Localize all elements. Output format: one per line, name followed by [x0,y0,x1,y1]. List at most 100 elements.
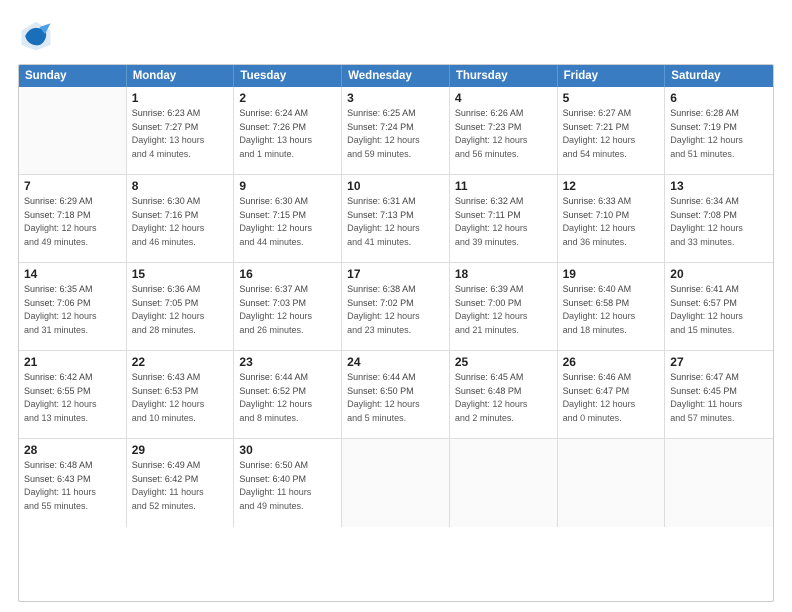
sunrise-text: Sunrise: 6:24 AM [239,107,336,121]
day-number: 14 [24,267,121,281]
sunrise-text: Sunrise: 6:44 AM [347,371,444,385]
sunset-text: Sunset: 6:45 PM [670,385,768,399]
day-number: 30 [239,443,336,457]
weekday-header: Wednesday [342,65,450,87]
weekday-header: Tuesday [234,65,342,87]
daylight-text: Daylight: 12 hoursand 39 minutes. [455,222,552,249]
calendar-cell: 24Sunrise: 6:44 AMSunset: 6:50 PMDayligh… [342,351,450,438]
calendar-cell: 25Sunrise: 6:45 AMSunset: 6:48 PMDayligh… [450,351,558,438]
day-number: 5 [563,91,660,105]
sunrise-text: Sunrise: 6:38 AM [347,283,444,297]
daylight-text: Daylight: 12 hoursand 44 minutes. [239,222,336,249]
calendar-cell: 20Sunrise: 6:41 AMSunset: 6:57 PMDayligh… [665,263,773,350]
sunset-text: Sunset: 7:18 PM [24,209,121,223]
calendar-cell: 28Sunrise: 6:48 AMSunset: 6:43 PMDayligh… [19,439,127,527]
sunset-text: Sunset: 6:53 PM [132,385,229,399]
calendar-week-row: 21Sunrise: 6:42 AMSunset: 6:55 PMDayligh… [19,351,773,439]
sunrise-text: Sunrise: 6:23 AM [132,107,229,121]
sunset-text: Sunset: 6:47 PM [563,385,660,399]
sunset-text: Sunset: 7:06 PM [24,297,121,311]
day-info: Sunrise: 6:28 AMSunset: 7:19 PMDaylight:… [670,107,768,161]
daylight-text: Daylight: 12 hoursand 54 minutes. [563,134,660,161]
calendar-cell: 23Sunrise: 6:44 AMSunset: 6:52 PMDayligh… [234,351,342,438]
sunrise-text: Sunrise: 6:39 AM [455,283,552,297]
calendar-cell: 11Sunrise: 6:32 AMSunset: 7:11 PMDayligh… [450,175,558,262]
calendar-cell: 29Sunrise: 6:49 AMSunset: 6:42 PMDayligh… [127,439,235,527]
calendar-cell: 9 Sunrise: 6:30 AMSunset: 7:15 PMDaylight… [234,175,342,262]
day-info: Sunrise: 6:37 AMSunset: 7:03 PMDaylight:… [239,283,336,337]
daylight-text: Daylight: 12 hoursand 23 minutes. [347,310,444,337]
sunset-text: Sunset: 7:15 PM [239,209,336,223]
day-number: 27 [670,355,768,369]
sunset-text: Sunset: 7:23 PM [455,121,552,135]
sunrise-text: Sunrise: 6:35 AM [24,283,121,297]
sunrise-text: Sunrise: 6:32 AM [455,195,552,209]
sunrise-text: Sunrise: 6:28 AM [670,107,768,121]
calendar-header: SundayMondayTuesdayWednesdayThursdayFrid… [19,65,773,87]
calendar-cell [19,87,127,174]
sunrise-text: Sunrise: 6:46 AM [563,371,660,385]
sunrise-text: Sunrise: 6:36 AM [132,283,229,297]
daylight-text: Daylight: 13 hoursand 1 minute. [239,134,336,161]
header [18,18,774,54]
daylight-text: Daylight: 11 hoursand 55 minutes. [24,486,121,513]
day-number: 16 [239,267,336,281]
sunset-text: Sunset: 7:19 PM [670,121,768,135]
sunset-text: Sunset: 6:58 PM [563,297,660,311]
daylight-text: Daylight: 12 hoursand 18 minutes. [563,310,660,337]
calendar-cell: 14 Sunrise: 6:35 AMSunset: 7:06 PMDayligh… [19,263,127,350]
day-info: Sunrise: 6:33 AMSunset: 7:10 PMDaylight:… [563,195,660,249]
sunrise-text: Sunrise: 6:26 AM [455,107,552,121]
calendar-cell [342,439,450,527]
day-info: Sunrise: 6:38 AMSunset: 7:02 PMDaylight:… [347,283,444,337]
day-info: Sunrise: 6:49 AMSunset: 6:42 PMDaylight:… [132,459,229,513]
day-info: Sunrise: 6:44 AMSunset: 6:52 PMDaylight:… [239,371,336,425]
day-number: 19 [563,267,660,281]
sunset-text: Sunset: 6:55 PM [24,385,121,399]
calendar-cell: 26Sunrise: 6:46 AMSunset: 6:47 PMDayligh… [558,351,666,438]
day-info: Sunrise: 6:27 AMSunset: 7:21 PMDaylight:… [563,107,660,161]
day-info: Sunrise: 6:40 AMSunset: 6:58 PMDaylight:… [563,283,660,337]
calendar-week-row: 28Sunrise: 6:48 AMSunset: 6:43 PMDayligh… [19,439,773,527]
day-number: 2 [239,91,336,105]
sunset-text: Sunset: 7:02 PM [347,297,444,311]
calendar-cell: 10Sunrise: 6:31 AMSunset: 7:13 PMDayligh… [342,175,450,262]
sunset-text: Sunset: 7:21 PM [563,121,660,135]
sunset-text: Sunset: 7:00 PM [455,297,552,311]
sunrise-text: Sunrise: 6:44 AM [239,371,336,385]
weekday-header: Sunday [19,65,127,87]
sunset-text: Sunset: 7:16 PM [132,209,229,223]
calendar-week-row: 14Sunrise: 6:35 AMSunset: 7:06 PMDayligh… [19,263,773,351]
page: SundayMondayTuesdayWednesdayThursdayFrid… [0,0,792,612]
sunrise-text: Sunrise: 6:47 AM [670,371,768,385]
sunrise-text: Sunrise: 6:30 AM [239,195,336,209]
day-info: Sunrise: 6:46 AMSunset: 6:47 PMDaylight:… [563,371,660,425]
calendar-cell: 1Sunrise: 6:23 AMSunset: 7:27 PMDaylight… [127,87,235,174]
daylight-text: Daylight: 12 hoursand 59 minutes. [347,134,444,161]
day-info: Sunrise: 6:42 AMSunset: 6:55 PMDaylight:… [24,371,121,425]
sunrise-text: Sunrise: 6:25 AM [347,107,444,121]
calendar-cell: 22Sunrise: 6:43 AMSunset: 6:53 PMDayligh… [127,351,235,438]
sunset-text: Sunset: 6:40 PM [239,473,336,487]
daylight-text: Daylight: 12 hoursand 2 minutes. [455,398,552,425]
daylight-text: Daylight: 11 hoursand 57 minutes. [670,398,768,425]
calendar-cell: 19 Sunrise: 6:40 AMSunset: 6:58 PMDayligh… [558,263,666,350]
calendar-week-row: 1Sunrise: 6:23 AMSunset: 7:27 PMDaylight… [19,87,773,175]
daylight-text: Daylight: 12 hoursand 5 minutes. [347,398,444,425]
daylight-text: Daylight: 12 hoursand 51 minutes. [670,134,768,161]
calendar-cell: 2Sunrise: 6:24 AMSunset: 7:26 PMDaylight… [234,87,342,174]
daylight-text: Daylight: 12 hoursand 33 minutes. [670,222,768,249]
day-info: Sunrise: 6:30 AMSunset: 7:15 PMDaylight:… [239,195,336,249]
calendar-cell: 4Sunrise: 6:26 AMSunset: 7:23 PMDaylight… [450,87,558,174]
sunrise-text: Sunrise: 6:45 AM [455,371,552,385]
daylight-text: Daylight: 12 hoursand 31 minutes. [24,310,121,337]
sunset-text: Sunset: 7:08 PM [670,209,768,223]
calendar-cell [450,439,558,527]
day-number: 1 [132,91,229,105]
daylight-text: Daylight: 13 hoursand 4 minutes. [132,134,229,161]
day-number: 15 [132,267,229,281]
logo-icon [18,18,54,54]
logo [18,18,58,54]
day-number: 22 [132,355,229,369]
day-number: 9 [239,179,336,193]
